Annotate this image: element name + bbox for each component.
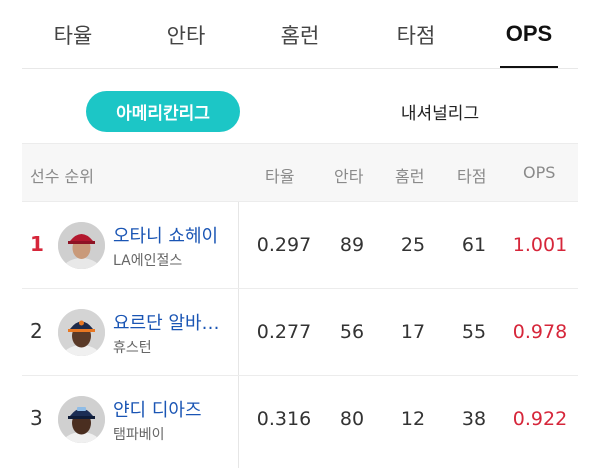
tabs-divider — [22, 68, 578, 69]
tab-hits[interactable]: 안타 — [165, 20, 207, 50]
cell-rbi: 38 — [461, 408, 487, 430]
ranking-table: 선수 순위 타율 안타 홈런 타점 OPS 1 오타니 쇼헤이 LA에인절스 0… — [22, 143, 578, 468]
tab-avg[interactable]: 타율 — [52, 20, 94, 50]
cell-ops: 0.922 — [512, 408, 568, 430]
cell-ops: 0.978 — [512, 321, 568, 343]
cell-hr: 25 — [400, 234, 426, 256]
cell-avg: 0.277 — [256, 321, 312, 343]
cell-hits: 89 — [339, 234, 365, 256]
player-avatar — [58, 309, 105, 356]
tab-hr[interactable]: 홈런 — [279, 20, 321, 50]
rank-number: 1 — [30, 232, 44, 256]
player-team: 휴스턴 — [113, 340, 152, 356]
cell-hr: 12 — [400, 408, 426, 430]
cell-ops: 1.001 — [512, 234, 568, 256]
tab-rbi[interactable]: 타점 — [395, 20, 437, 50]
cell-hits: 56 — [339, 321, 365, 343]
cell-hits: 80 — [339, 408, 365, 430]
player-team: 탬파베이 — [113, 427, 165, 443]
table-row[interactable]: 1 오타니 쇼헤이 LA에인절스 0.297 89 25 61 1.001 — [22, 201, 578, 288]
player-avatar — [58, 222, 105, 269]
player-name-link[interactable]: 요르단 알바레즈 — [113, 309, 231, 335]
rank-number: 2 — [30, 319, 43, 343]
header-avg: 타율 — [265, 167, 295, 186]
cell-hr: 17 — [400, 321, 426, 343]
stat-tabs: 타율 안타 홈런 타점 OPS — [0, 0, 600, 69]
table-row[interactable]: 2 요르단 알바레즈 휴스턴 0.277 56 17 55 0.978 — [22, 288, 578, 375]
player-team: LA에인절스 — [113, 253, 183, 269]
cell-rbi: 61 — [461, 234, 487, 256]
rank-number: 3 — [30, 406, 43, 430]
header-rbi: 타점 — [457, 167, 487, 186]
header-hr: 홈런 — [395, 167, 425, 186]
header-hits: 안타 — [334, 167, 364, 186]
table-header: 선수 순위 타율 안타 홈런 타점 OPS — [22, 143, 578, 201]
header-ops: OPS — [523, 163, 556, 182]
american-league-button[interactable]: 아메리칸리그 — [86, 91, 240, 132]
cell-rbi: 55 — [461, 321, 487, 343]
cell-avg: 0.316 — [256, 408, 312, 430]
header-player-rank: 선수 순위 — [30, 167, 94, 186]
player-name-link[interactable]: 얀디 디아즈 — [113, 396, 231, 422]
player-name-link[interactable]: 오타니 쇼헤이 — [113, 222, 231, 248]
table-row[interactable]: 3 얀디 디아즈 탬파베이 0.316 80 12 38 0.922 — [22, 375, 578, 462]
player-avatar — [58, 396, 105, 443]
cell-avg: 0.297 — [256, 234, 312, 256]
tab-ops[interactable]: OPS — [500, 21, 558, 47]
national-league-button[interactable]: 내셔널리그 — [360, 91, 520, 132]
